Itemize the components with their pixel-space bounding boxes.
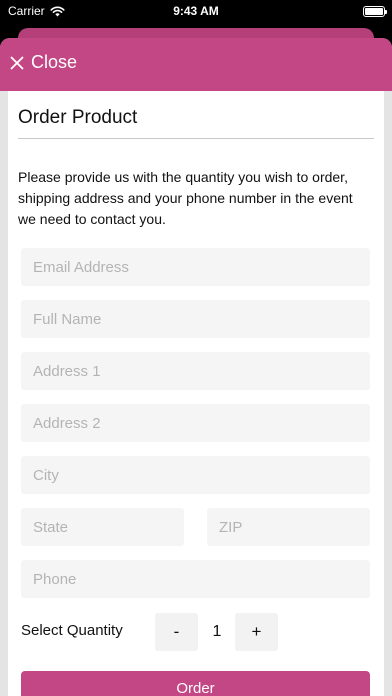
intro-text: Please provide us with the quantity you … bbox=[18, 169, 353, 227]
address1-field[interactable] bbox=[21, 352, 370, 390]
zip-field[interactable] bbox=[207, 508, 370, 546]
quantity-label: Select Quantity bbox=[21, 622, 123, 639]
full-name-field[interactable] bbox=[21, 300, 370, 338]
order-sheet: Close Order Product Please provide us wi… bbox=[0, 38, 392, 696]
phone-field[interactable] bbox=[21, 560, 370, 598]
battery-level bbox=[365, 8, 383, 15]
status-bar: Carrier 9:43 AM bbox=[0, 0, 392, 24]
close-icon bbox=[10, 56, 24, 69]
state-field[interactable] bbox=[21, 508, 184, 546]
close-label: Close bbox=[31, 52, 78, 72]
battery-icon bbox=[363, 6, 387, 17]
address2-field[interactable] bbox=[21, 404, 370, 442]
close-button[interactable]: Close bbox=[10, 52, 77, 73]
order-button[interactable]: Order bbox=[21, 671, 370, 696]
email-field[interactable] bbox=[21, 248, 370, 286]
sheet-header: Close bbox=[0, 38, 392, 91]
page-title: Order Product bbox=[18, 107, 374, 139]
decrement-button[interactable]: - bbox=[155, 613, 198, 651]
quantity-value: 1 bbox=[212, 623, 222, 640]
status-time: 9:43 AM bbox=[173, 4, 219, 18]
city-field[interactable] bbox=[21, 456, 370, 494]
increment-button[interactable]: + bbox=[235, 613, 278, 651]
form-panel: Order Product Please provide us with the… bbox=[8, 91, 384, 696]
